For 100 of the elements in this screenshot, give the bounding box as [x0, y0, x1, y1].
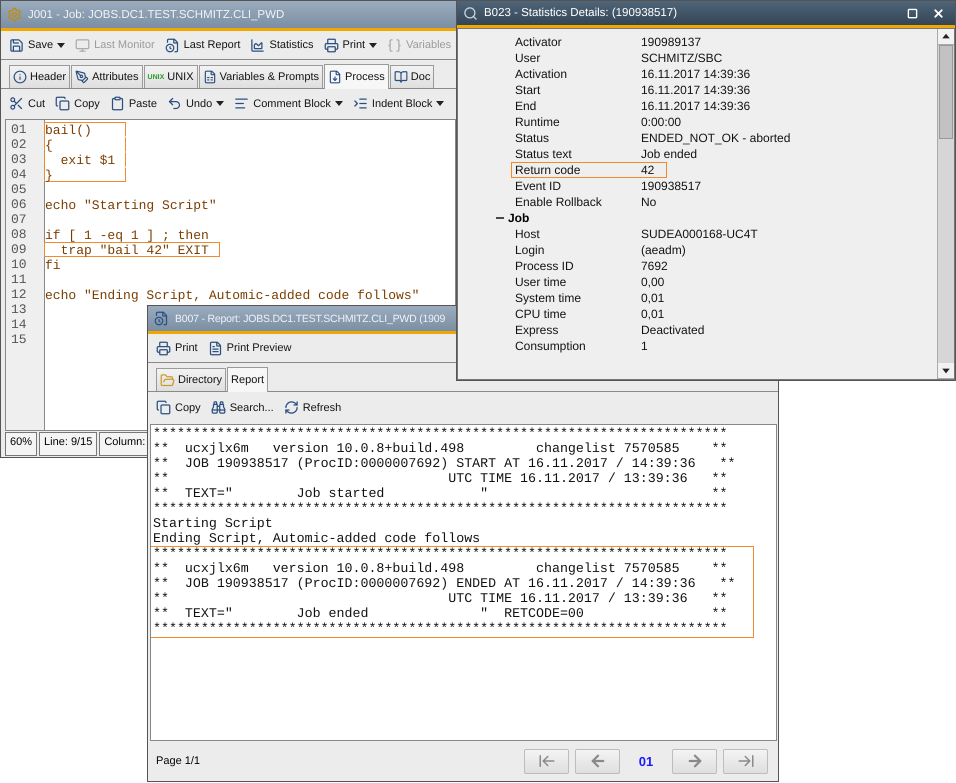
- indent-icon: [352, 96, 368, 111]
- field-label: Enable Rollback: [515, 195, 603, 209]
- right-arrow-icon: [686, 752, 704, 770]
- document-icon: [208, 340, 223, 356]
- scissors-icon: [9, 96, 24, 111]
- field-value: 0,01: [641, 291, 664, 305]
- report-line: ** TEXT=" Job ended " RETCODE=00 **: [151, 606, 754, 621]
- report-clock-icon: [154, 311, 169, 326]
- field-value: SCHMITZ/SBC: [641, 51, 722, 65]
- tab[interactable]: Variables & Prompts: [198, 65, 324, 88]
- pen-icon: [75, 70, 90, 84]
- line-number: 08: [10, 227, 28, 242]
- monitor-icon: [75, 38, 90, 52]
- binoculars-icon: [210, 400, 226, 415]
- line-number: 05: [10, 182, 28, 197]
- toolbar-button[interactable]: Print Preview: [206, 338, 294, 358]
- field-label: Express: [515, 323, 560, 337]
- scroll-thumb[interactable]: [939, 45, 953, 139]
- page-number: 01: [638, 754, 654, 768]
- report-line: ************************************************************************: [151, 621, 754, 638]
- tab[interactable]: Doc: [390, 65, 434, 88]
- toolbar-button[interactable]: Save: [7, 36, 68, 54]
- refresh-icon: [284, 400, 299, 415]
- toolbar-button[interactable]: Print: [154, 338, 200, 358]
- code-line: {: [44, 137, 126, 152]
- toolbar-button[interactable]: Paste: [108, 94, 159, 113]
- toolbar-button[interactable]: Undo: [164, 94, 226, 113]
- search-icon: [463, 6, 478, 20]
- scroll-down-icon[interactable]: [938, 363, 954, 379]
- undo-icon: [166, 96, 182, 111]
- field-label: Login: [515, 243, 546, 257]
- field-value: 7692: [641, 259, 668, 273]
- caret-icon[interactable]: [57, 42, 66, 48]
- tab[interactable]: Report: [227, 367, 268, 392]
- toolbar-button[interactable]: Statistics: [248, 36, 316, 54]
- field-value: 0,01: [641, 307, 664, 321]
- info-icon: [13, 70, 27, 84]
- toolbar-button[interactable]: Search...: [208, 398, 276, 417]
- report-line: ** ucxjlx6m version 10.0.8+build.498 changelist 7570585 **: [152, 441, 729, 456]
- toolbar-button[interactable]: Copy: [53, 94, 102, 113]
- field-value: 0:00:00: [641, 115, 682, 129]
- last-page-button[interactable]: [723, 748, 768, 774]
- toolbar-button[interactable]: Print: [322, 36, 380, 54]
- line-number: 15: [10, 332, 28, 347]
- maximize-icon: [907, 8, 918, 18]
- tab[interactable]: Process: [324, 64, 389, 89]
- scroll-up-icon[interactable]: [938, 29, 954, 45]
- clipboard-icon: [110, 96, 125, 111]
- previous-page-button[interactable]: [575, 748, 620, 774]
- report-line: Starting Script: [152, 516, 274, 531]
- field-label: Status text: [515, 147, 573, 161]
- toolbar-button[interactable]: Refresh: [282, 398, 344, 417]
- toolbar-button[interactable]: Copy: [154, 398, 203, 417]
- page-label: Page 1/1: [156, 755, 202, 767]
- line-number: 06: [10, 197, 28, 212]
- field-value: 190938517: [641, 179, 702, 193]
- toolbar-button[interactable]: Cut: [7, 94, 48, 113]
- report-line: ** JOB 190938517 (ProcID:0000007692) START AT 16.11.2017 / 14:39:36 **: [152, 456, 736, 471]
- field-value: 190989137: [641, 35, 702, 49]
- caret-icon[interactable]: [334, 101, 343, 106]
- field-value: Deactivated: [641, 323, 704, 337]
- field-label: Host: [515, 227, 541, 241]
- window-title: B023 - Statistics Details: (190938517): [484, 7, 678, 19]
- line-number: 12: [10, 287, 28, 302]
- line-number: 09: [10, 242, 28, 257]
- report-line: ** ucxjlx6m version 10.0.8+build.498 changelist 7570585 **: [151, 561, 754, 576]
- report-line: ** JOB 190938517 (ProcID:0000007692) ENDED AT 16.11.2017 / 14:39:36 **: [151, 576, 754, 591]
- toolbar-button[interactable]: Last Report: [162, 36, 242, 54]
- field-value: 42: [641, 163, 654, 177]
- field-label: Return code: [515, 163, 582, 177]
- scrollbar[interactable]: [937, 29, 954, 379]
- field-label: Consumption: [515, 339, 587, 353]
- table-icon: [202, 70, 217, 84]
- field-value: (aeadm): [641, 243, 686, 257]
- line-number: 02: [10, 137, 28, 152]
- report-line: Ending Script, Automic-added code follows: [152, 531, 482, 546]
- code-line: }: [44, 167, 126, 182]
- field-label: System time: [515, 291, 582, 305]
- field-label: Start: [515, 83, 542, 97]
- tab[interactable]: Directory: [156, 368, 226, 391]
- report-clock-icon: [164, 38, 180, 52]
- caret-icon[interactable]: [369, 42, 378, 48]
- chart-icon: [250, 38, 266, 52]
- status-cell: 60%: [5, 432, 38, 456]
- toolbar-button[interactable]: Comment Block: [232, 94, 345, 113]
- toolbar-button[interactable]: Indent Block: [350, 94, 446, 113]
- field-value: 16.11.2017 14:39:36: [641, 67, 750, 81]
- caret-icon[interactable]: [216, 101, 224, 106]
- tab[interactable]: Header: [9, 65, 70, 88]
- report-line: ** UTC TIME 16.11.2017 / 13:39:36 **: [152, 471, 729, 486]
- first-page-button[interactable]: [524, 748, 569, 774]
- next-page-button[interactable]: [672, 748, 717, 774]
- line-number: 04: [10, 167, 28, 182]
- printer-icon: [156, 340, 171, 356]
- field-label: Activation: [515, 67, 568, 81]
- field-value: 1: [641, 339, 648, 353]
- tab[interactable]: Attributes: [71, 65, 143, 88]
- field-value: 0,00: [641, 275, 664, 289]
- caret-icon[interactable]: [436, 101, 444, 106]
- last-arrow-icon: [736, 752, 754, 770]
